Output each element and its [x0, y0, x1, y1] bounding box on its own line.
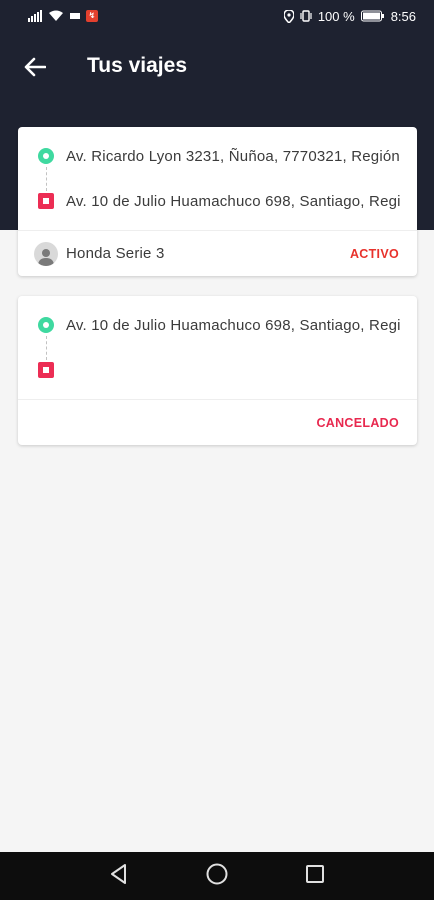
trip-route: Av. 10 de Julio Huamachuco 698, Santiago…	[18, 296, 417, 399]
system-nav-bar	[0, 852, 434, 900]
origin-address: Av. Ricardo Lyon 3231, Ñuñoa, 7770321, R…	[66, 147, 401, 165]
status-bar-left: ↯	[28, 10, 98, 22]
page-title: Tus viajes	[87, 54, 187, 77]
trip-card[interactable]: Av. 10 de Julio Huamachuco 698, Santiago…	[18, 296, 417, 445]
trip-footer: Honda Serie 3 ACTIVO	[18, 230, 417, 276]
back-button[interactable]	[18, 52, 52, 86]
status-bar: ↯ 100 % 8:56	[0, 0, 434, 32]
origin-dot-icon	[38, 317, 54, 333]
trip-card[interactable]: Av. Ricardo Lyon 3231, Ñuñoa, 7770321, R…	[18, 127, 417, 276]
battery-percent: 100 %	[317, 8, 355, 24]
recents-square-icon	[305, 864, 325, 889]
origin-dot-icon	[38, 148, 54, 164]
destination-address: Av. 10 de Julio Huamachuco 698, Santiago…	[66, 192, 401, 210]
trip-route: Av. Ricardo Lyon 3231, Ñuñoa, 7770321, R…	[18, 127, 417, 230]
nav-home-button[interactable]	[203, 862, 231, 890]
sms-icon	[70, 12, 80, 20]
driver-avatar-icon	[34, 241, 58, 266]
status-badge: CANCELADO	[316, 415, 399, 430]
route-connector	[46, 167, 47, 191]
status-bar-right: 100 % 8:56	[283, 8, 416, 24]
location-icon	[283, 9, 294, 23]
destination-square-icon	[38, 193, 54, 209]
battery-icon	[360, 10, 385, 22]
origin-row: Av. 10 de Julio Huamachuco 698, Santiago…	[38, 314, 417, 336]
status-badge: ACTIVO	[349, 246, 399, 261]
wifi-icon	[48, 10, 64, 22]
route-connector	[46, 336, 47, 360]
destination-row	[38, 359, 417, 381]
signal-icon	[28, 10, 42, 22]
origin-row: Av. Ricardo Lyon 3231, Ñuñoa, 7770321, R…	[38, 145, 417, 167]
app-notification-icon: ↯	[86, 10, 98, 22]
arrow-left-icon	[24, 57, 47, 82]
vehicle-name: Honda Serie 3	[66, 245, 165, 262]
clock: 8:56	[390, 8, 416, 24]
destination-row: Av. 10 de Julio Huamachuco 698, Santiago…	[38, 190, 417, 212]
vibrate-icon	[300, 10, 312, 22]
origin-address: Av. 10 de Julio Huamachuco 698, Santiago…	[66, 316, 401, 334]
home-circle-icon	[205, 862, 229, 891]
trip-footer: CANCELADO	[18, 399, 417, 445]
nav-back-button[interactable]	[105, 862, 133, 890]
destination-square-icon	[38, 362, 54, 378]
back-triangle-icon	[109, 863, 129, 890]
nav-recents-button[interactable]	[301, 862, 329, 890]
